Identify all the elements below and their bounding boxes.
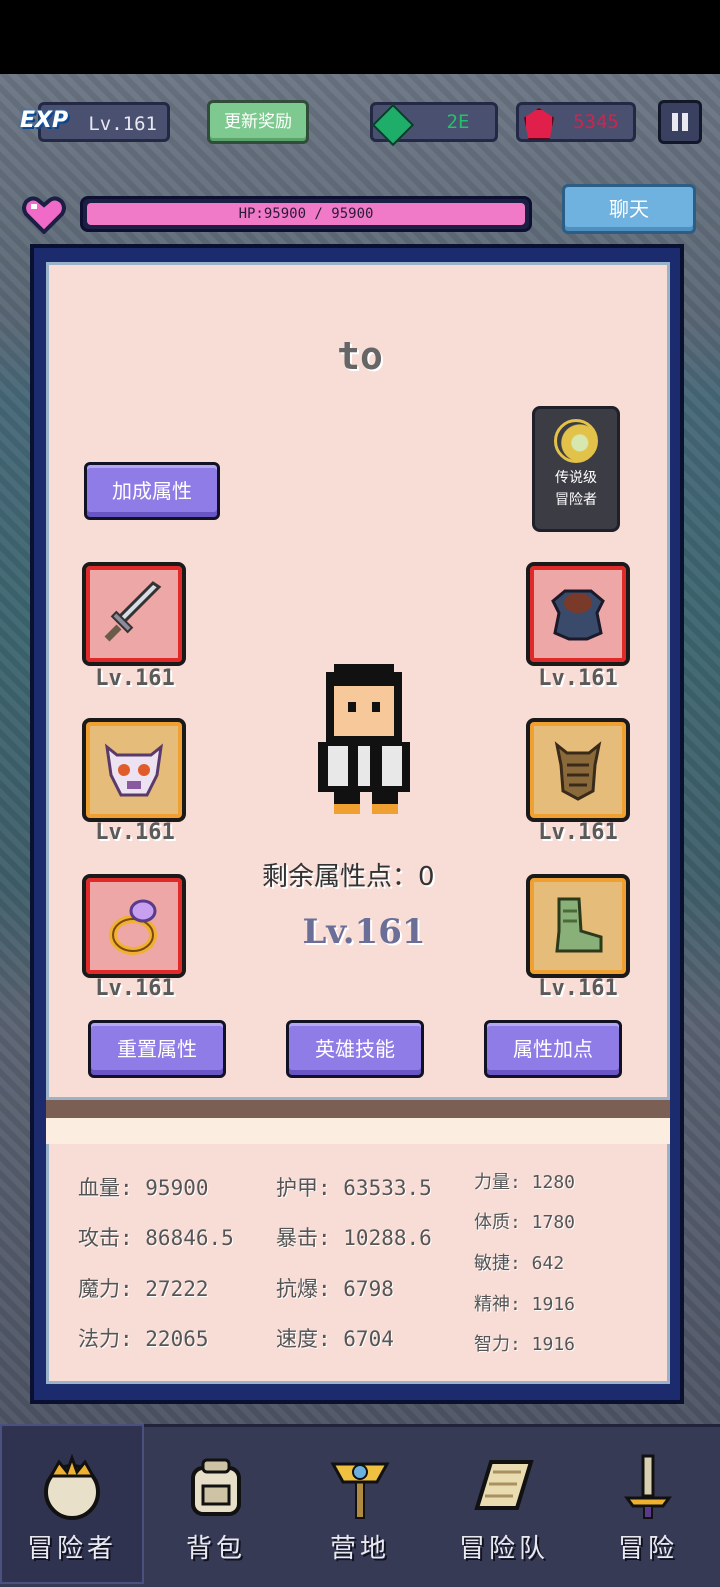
team-book-icon [474, 1460, 534, 1510]
boots-level: Lv.161 [538, 976, 618, 1001]
stat-strength: 力量: 1280 [474, 1172, 576, 1193]
nav-adventurer-label: 冒险者 [26, 1534, 117, 1564]
nav-backpack[interactable]: 背包 [144, 1424, 288, 1584]
heart-icon [22, 196, 66, 234]
weapon-level: Lv.161 [95, 666, 175, 691]
nav-adventure-label: 冒险 [617, 1534, 678, 1564]
bonus-attributes-button[interactable]: 加成属性 [84, 462, 220, 520]
sword-icon [104, 581, 162, 642]
nav-team-label: 冒险队 [458, 1534, 549, 1564]
ring-level: Lv.161 [95, 976, 175, 1001]
legend-label-2: 冒险者 [555, 492, 597, 508]
stat-attack: 攻击: 86846.5 [78, 1226, 234, 1250]
green-gem-amount: 2E [446, 111, 470, 133]
stat-agility: 敏捷: 642 [474, 1253, 565, 1274]
nav-adventure[interactable]: 冒险 [576, 1424, 720, 1584]
armor-slot[interactable] [526, 562, 630, 666]
chest-slot[interactable] [526, 718, 630, 822]
stat-constitution: 体质: 1780 [474, 1212, 576, 1233]
chest-level: Lv.161 [538, 820, 618, 845]
add-attribute-points-button[interactable]: 属性加点 [484, 1020, 622, 1078]
hero-name: to [337, 334, 383, 378]
helmet-level: Lv.161 [95, 820, 175, 845]
legendary-adventurer-badge[interactable]: 传说级 冒险者 [532, 406, 620, 532]
hero-skills-button[interactable]: 英雄技能 [286, 1020, 424, 1078]
helmet-slot[interactable] [82, 718, 186, 822]
nav-camp-label: 营地 [329, 1534, 390, 1564]
stat-crit: 暴击: 10288.6 [276, 1226, 432, 1250]
chat-button[interactable]: 聊天 [562, 184, 696, 234]
armor-level: Lv.161 [538, 666, 618, 691]
stat-spirit: 精神: 1916 [474, 1294, 576, 1315]
hero-sprite [318, 664, 410, 814]
backpack-icon [191, 1458, 241, 1516]
hp-text: HP:95900 / 95900 [238, 206, 374, 222]
stat-speed: 速度: 6704 [276, 1327, 394, 1351]
crown-helmet-icon [44, 1453, 100, 1520]
red-gem-amount: 5345 [573, 111, 619, 133]
panel-divider [46, 1100, 670, 1118]
stat-anti-crit: 抗爆: 6798 [276, 1277, 394, 1301]
bone-chestplate-icon [554, 741, 602, 801]
pause-button[interactable] [658, 100, 702, 144]
nav-team[interactable]: 冒险队 [432, 1424, 576, 1584]
nav-backpack-label: 背包 [185, 1534, 246, 1564]
nav-adventurer[interactable]: 冒险者 [0, 1424, 144, 1584]
hp-bar: HP:95900 / 95900 [80, 196, 532, 232]
exp-badge: EXP [20, 108, 69, 133]
stat-intelligence: 智力: 1916 [474, 1334, 576, 1355]
dark-armor-icon [551, 589, 605, 641]
player-level: Lv.161 [88, 113, 157, 135]
nav-camp[interactable]: 营地 [288, 1424, 432, 1584]
remaining-attribute-points: 剩余属性点：0 [262, 862, 435, 892]
legendary-emblem-icon [554, 419, 598, 463]
update-reward-button[interactable]: 更新奖励 [207, 100, 309, 144]
stat-magic: 魔力: 27222 [78, 1277, 209, 1301]
hero-level: Lv.161 [302, 912, 426, 952]
sword-hilt-icon [624, 1454, 672, 1519]
camp-banner-icon [330, 1462, 390, 1519]
skull-helmet-icon [104, 743, 164, 797]
legend-label-1: 传说级 [555, 470, 597, 486]
reset-attributes-button[interactable]: 重置属性 [88, 1020, 226, 1078]
stat-spell: 法力: 22065 [78, 1327, 209, 1351]
panel-divider-light [46, 1118, 670, 1144]
stat-armor: 护甲: 63533.5 [276, 1176, 432, 1200]
stat-hp: 血量: 95900 [78, 1176, 209, 1200]
weapon-slot[interactable] [82, 562, 186, 666]
